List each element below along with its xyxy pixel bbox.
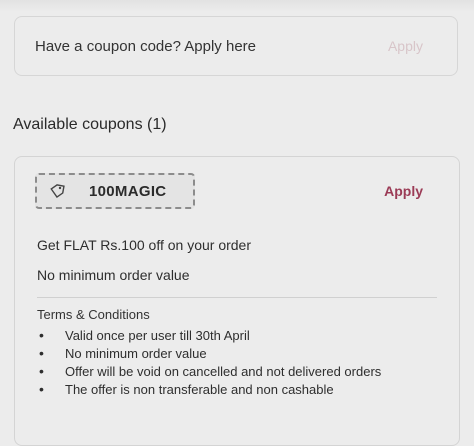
coupon-card: 100MAGIC Apply Get FLAT Rs.100 off on yo… bbox=[14, 156, 460, 446]
terms-item: • Offer will be void on cancelled and not… bbox=[37, 363, 447, 380]
terms-item-text: No minimum order value bbox=[65, 346, 207, 361]
tag-icon bbox=[49, 183, 65, 199]
terms-item-text: Valid once per user till 30th April bbox=[65, 328, 250, 343]
bullet-icon: • bbox=[39, 327, 44, 343]
terms-item: • No minimum order value bbox=[37, 345, 447, 362]
min-order-text: No minimum order value bbox=[37, 267, 190, 283]
apply-coupon-button[interactable]: Apply bbox=[388, 38, 423, 54]
top-bar bbox=[0, 0, 474, 12]
coupon-code-chip: 100MAGIC bbox=[35, 173, 195, 209]
bullet-icon: • bbox=[39, 345, 44, 361]
coupon-code-input[interactable]: Have a coupon code? Apply here Apply bbox=[14, 16, 458, 76]
coupon-input-placeholder: Have a coupon code? Apply here bbox=[35, 37, 256, 55]
terms-item: • Valid once per user till 30th April bbox=[37, 327, 447, 344]
coupon-code: 100MAGIC bbox=[89, 182, 167, 200]
terms-item: • The offer is non transferable and non c… bbox=[37, 381, 447, 398]
bullet-icon: • bbox=[39, 363, 44, 379]
apply-button[interactable]: Apply bbox=[384, 183, 423, 199]
bullet-icon: • bbox=[39, 381, 44, 397]
terms-item-text: The offer is non transferable and non ca… bbox=[65, 382, 334, 397]
terms-item-text: Offer will be void on cancelled and not … bbox=[65, 364, 382, 379]
available-coupons-heading: Available coupons (1) bbox=[13, 116, 167, 133]
coupon-description: Get FLAT Rs.100 off on your order bbox=[37, 237, 251, 253]
terms-list: • Valid once per user till 30th April • No… bbox=[37, 327, 447, 399]
divider bbox=[37, 297, 437, 298]
terms-heading: Terms & Conditions bbox=[37, 307, 150, 322]
